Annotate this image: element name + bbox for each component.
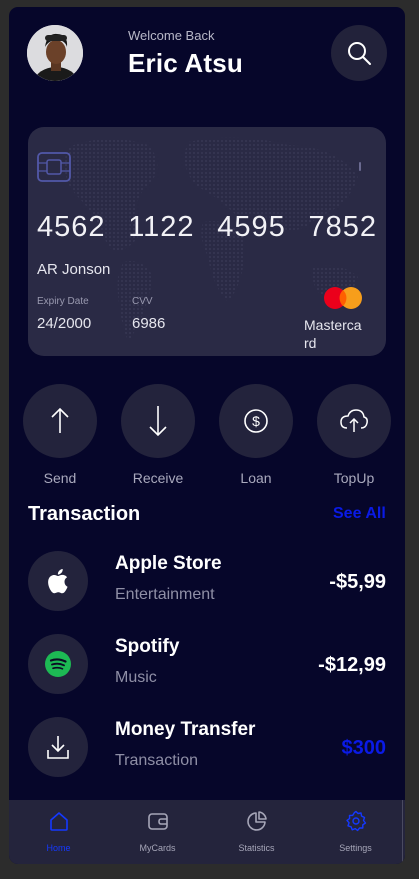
card-number-group: 4595 <box>217 211 286 243</box>
send-circle[interactable] <box>23 384 97 458</box>
tab-label: MyCards <box>139 843 176 853</box>
search-button[interactable] <box>331 25 387 81</box>
transaction-icon-circle <box>28 551 88 611</box>
loan-button[interactable]: $ Loan <box>219 384 293 486</box>
transactions-heading: Transaction <box>28 503 141 525</box>
svg-text:$: $ <box>252 413 260 429</box>
arrow-up-icon <box>51 407 69 433</box>
cloud-upload-icon <box>340 409 368 432</box>
transaction-row[interactable]: Apple Store Entertainment -$5,99 <box>9 551 405 615</box>
transaction-icon-circle <box>28 717 88 777</box>
transaction-amount: -$12,99 <box>318 654 386 676</box>
home-icon <box>49 812 68 831</box>
topup-label: TopUp <box>333 470 375 486</box>
spotify-icon <box>45 651 71 677</box>
see-all-link[interactable]: See All <box>333 505 386 523</box>
loan-circle[interactable]: $ <box>219 384 293 458</box>
card-chip-icon <box>37 152 71 182</box>
loan-label: Loan <box>240 470 272 486</box>
transaction-category: Music <box>115 669 157 686</box>
app-screen: Welcome Back Eric Atsu 4562 1122 4595 78… <box>9 7 405 864</box>
mastercard-logo-icon <box>324 287 362 309</box>
cvv-value: 6986 <box>132 315 166 332</box>
user-name: Eric Atsu <box>128 48 243 78</box>
card-number-group: 4562 <box>37 211 106 243</box>
topup-circle[interactable] <box>317 384 391 458</box>
tab-statistics[interactable]: Statistics <box>207 800 306 864</box>
transaction-category: Entertainment <box>115 586 215 603</box>
send-label: Send <box>43 470 77 486</box>
tab-settings[interactable]: Settings <box>306 800 405 864</box>
transaction-category: Transaction <box>115 752 198 769</box>
gear-icon <box>345 810 366 832</box>
credit-card[interactable]: 4562 1122 4595 7852 AR Jonson Expiry Dat… <box>28 127 386 356</box>
expiry-label: Expiry Date <box>37 296 89 307</box>
transaction-icon-circle <box>28 634 88 694</box>
apple-icon <box>48 569 68 594</box>
card-holder: AR Jonson <box>37 261 111 278</box>
download-icon <box>47 736 69 759</box>
tab-label: Statistics <box>238 843 275 853</box>
card-number-group: 1122 <box>128 211 195 243</box>
transaction-row[interactable]: Spotify Music -$12,99 <box>9 634 405 698</box>
transaction-name: Apple Store <box>115 553 222 574</box>
receive-button[interactable]: Receive <box>121 384 195 486</box>
card-number-group: 7852 <box>308 211 377 243</box>
topup-button[interactable]: TopUp <box>317 384 391 486</box>
divider <box>402 800 403 864</box>
send-button[interactable]: Send <box>23 384 97 486</box>
receive-label: Receive <box>132 470 184 486</box>
welcome-text: Welcome Back <box>128 28 215 43</box>
wallet-icon <box>147 813 168 830</box>
bottom-tab-bar: Home MyCards Statistics Settings <box>9 800 405 864</box>
user-avatar-icon <box>27 25 83 81</box>
transaction-amount: $300 <box>341 737 387 759</box>
transaction-name: Money Transfer <box>115 719 256 740</box>
search-icon <box>348 42 371 65</box>
avatar[interactable] <box>27 25 83 81</box>
tab-label: Home <box>46 843 71 853</box>
tab-home[interactable]: Home <box>9 800 108 864</box>
expiry-value: 24/2000 <box>37 315 92 332</box>
card-number: 4562 1122 4595 7852 <box>37 211 377 244</box>
tab-label: Settings <box>339 843 372 853</box>
transaction-amount: -$5,99 <box>329 571 386 593</box>
receive-circle[interactable] <box>121 384 195 458</box>
dollar-coin-icon: $ <box>244 409 268 433</box>
tab-mycards[interactable]: MyCards <box>108 800 207 864</box>
pie-chart-icon <box>246 811 267 831</box>
card-brand: Mastercard <box>304 317 362 351</box>
arrow-down-icon <box>149 406 167 437</box>
transaction-row[interactable]: Money Transfer Transaction $300 <box>9 717 405 781</box>
transaction-name: Spotify <box>115 636 180 657</box>
nfc-indicator-icon <box>359 162 361 171</box>
cvv-label: CVV <box>132 296 153 307</box>
